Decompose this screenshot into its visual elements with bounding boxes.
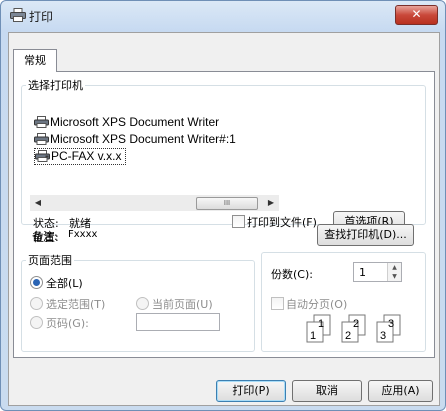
print-to-file-checkbox[interactable] [232, 215, 245, 228]
close-icon: ✕ [411, 7, 422, 21]
printer-name: Microsoft XPS Document Writer#:1 [50, 132, 236, 146]
page-numbers-input[interactable] [136, 313, 220, 331]
print-to-file-label[interactable]: 打印到文件(F) [247, 214, 317, 230]
radio-selection[interactable] [30, 297, 43, 310]
collate-page-2-back: 2 [353, 318, 359, 330]
printer-icon [34, 116, 49, 128]
printer-item-xps[interactable]: Microsoft XPS Document Writer [34, 115, 219, 130]
page-range-group: 页面范围 全部(L) 选定范围(T) 当前页面(U) 页码(G): [21, 252, 255, 352]
window-title: 打印 [29, 10, 54, 24]
close-button[interactable]: ✕ [395, 5, 438, 25]
copies-group: 份数(C): 1 ▲ ▼ 自动分页(O) 1 1 2 2 3 3 [261, 252, 426, 352]
collate-page-1-back: 1 [318, 318, 324, 330]
radio-page-numbers-label[interactable]: 页码(G): [46, 315, 89, 331]
scroll-right-icon[interactable]: ▶ [263, 195, 279, 211]
printer-name: PC-FAX v.x.x [51, 149, 122, 163]
scrollbar-thumb[interactable]: III [196, 197, 258, 210]
select-printer-group: 选择打印机 Microsoft XPS Document Writer Micr… [21, 77, 426, 244]
copies-input[interactable]: 1 ▲ ▼ [353, 262, 402, 282]
scroll-left-icon[interactable]: ◀ [30, 195, 46, 211]
page-range-legend: 页面范围 [28, 254, 72, 267]
collate-icon: 1 1 2 2 3 3 [304, 313, 414, 345]
printer-icon [10, 8, 26, 22]
printer-item-pc-fax[interactable]: PC-FAX v.x.x [34, 148, 127, 165]
fax-icon [35, 150, 50, 162]
radio-current-page[interactable] [136, 297, 149, 310]
print-button[interactable]: 打印(P) [216, 380, 286, 402]
printer-icon [34, 133, 49, 145]
comment-label: 备注: [32, 230, 58, 243]
radio-all-pages[interactable] [30, 276, 43, 289]
copies-label: 份数(C): [271, 268, 313, 281]
tab-general[interactable]: 常规 [13, 49, 57, 72]
collate-page-3-front: 3 [380, 330, 386, 342]
printer-list-scrollbar[interactable]: ◀ III ▶ [30, 195, 279, 211]
find-printer-button[interactable]: 查找打印机(D)... [317, 224, 414, 246]
dialog-client-area: 常规 选择打印机 Microsoft XPS Document Writer M… [8, 32, 440, 406]
collate-page-2-front: 2 [345, 330, 351, 342]
title-bar[interactable]: 打印 ✕ [1, 1, 445, 29]
radio-all-pages-label[interactable]: 全部(L) [46, 275, 83, 291]
copies-value: 1 [359, 266, 366, 279]
radio-current-page-label[interactable]: 当前页面(U) [152, 296, 213, 312]
collate-page-1-front: 1 [310, 330, 316, 342]
collate-page-3-back: 3 [388, 318, 394, 330]
collate-checkbox[interactable] [271, 297, 284, 310]
radio-page-numbers[interactable] [30, 316, 43, 329]
tab-panel-general: 选择打印机 Microsoft XPS Document Writer Micr… [13, 71, 435, 358]
collate-label[interactable]: 自动分页(O) [286, 296, 347, 312]
print-dialog-window: 打印 ✕ 常规 选择打印机 Microsoft XPS Document Wri… [0, 0, 446, 411]
printer-item-xps-1[interactable]: Microsoft XPS Document Writer#:1 [34, 132, 236, 147]
radio-selection-label[interactable]: 选定范围(T) [46, 296, 105, 312]
apply-button[interactable]: 应用(A) [368, 380, 433, 402]
copies-spinner[interactable]: ▲ ▼ [387, 263, 401, 281]
cancel-button[interactable]: 取消 [292, 380, 362, 402]
comment-value: Fxxxx [68, 229, 98, 240]
printer-list[interactable]: Microsoft XPS Document Writer Microsoft … [30, 108, 279, 193]
printer-name: Microsoft XPS Document Writer [50, 115, 220, 129]
select-printer-legend: 选择打印机 [28, 79, 83, 92]
